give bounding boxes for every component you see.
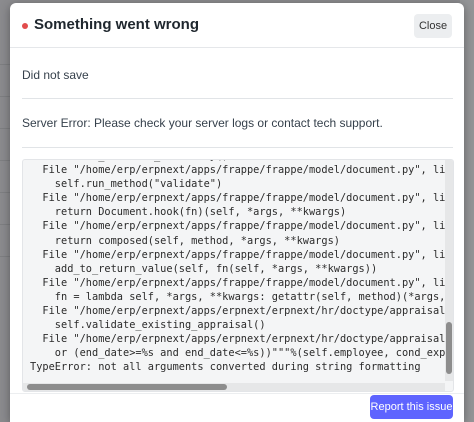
divider bbox=[22, 98, 453, 99]
save-status-message: Did not save bbox=[22, 68, 89, 82]
vertical-scrollbar-thumb[interactable] bbox=[446, 322, 452, 374]
server-error-message: Server Error: Please check your server l… bbox=[22, 116, 383, 130]
vertical-scrollbar[interactable] bbox=[445, 160, 453, 381]
horizontal-scrollbar[interactable] bbox=[23, 383, 445, 391]
footer-divider bbox=[10, 393, 464, 394]
horizontal-scrollbar-thumb[interactable] bbox=[27, 384, 227, 390]
error-indicator-icon bbox=[22, 23, 28, 29]
divider bbox=[22, 147, 453, 148]
traceback-panel[interactable]: self._validate_mandatory() File "/home/e… bbox=[22, 159, 454, 392]
report-issue-button[interactable]: Report this issue bbox=[370, 395, 453, 419]
error-dialog: Something went wrong Close Did not save … bbox=[10, 3, 464, 422]
traceback-text: self._validate_mandatory() File "/home/e… bbox=[30, 160, 453, 374]
dialog-title: Something went wrong bbox=[34, 16, 199, 33]
dialog-header: Something went wrong Close bbox=[10, 3, 464, 48]
close-button[interactable]: Close bbox=[414, 14, 452, 38]
